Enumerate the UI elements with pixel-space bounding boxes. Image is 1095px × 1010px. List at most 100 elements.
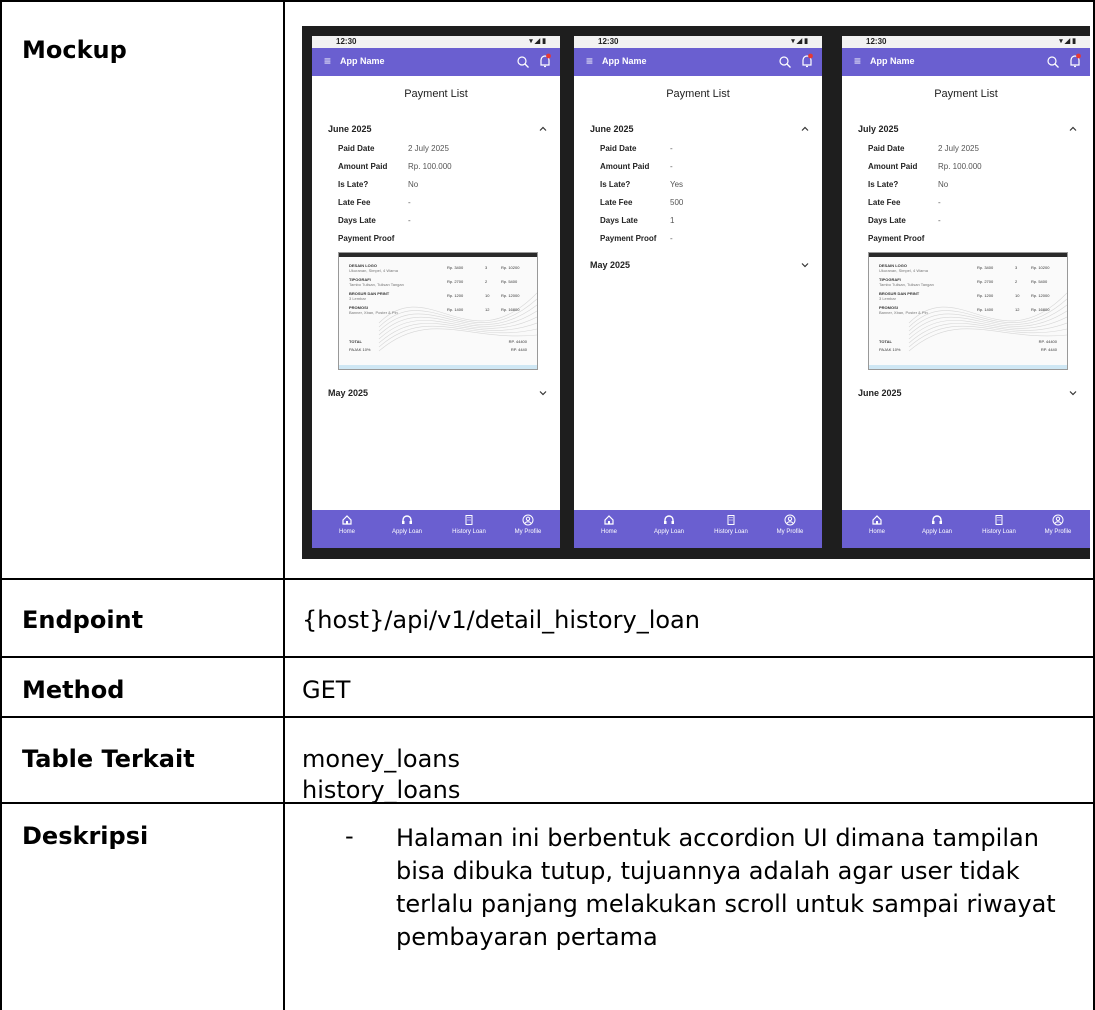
notification-bell-icon[interactable] — [800, 53, 814, 69]
page-title: Payment List — [666, 88, 730, 100]
proof-item-total: Rp. 5400 — [501, 279, 518, 284]
signal-battery-icon: ▾◢▮ — [529, 38, 548, 45]
proof-tax-label: PAJAK 10% — [349, 347, 371, 352]
detail-value: 2 July 2025 — [408, 144, 449, 153]
nav-item[interactable]: Home — [318, 514, 376, 535]
detail-value: - — [670, 234, 673, 243]
proof-item-qty: 3 — [1015, 265, 1018, 270]
proof-item-total: Rp. 12000 — [501, 293, 520, 298]
detail-label: Is Late? — [338, 180, 369, 189]
detail-value: Rp. 100.000 — [408, 162, 452, 171]
hamburger-menu-icon[interactable]: ≡ — [324, 55, 331, 67]
headset-icon — [401, 514, 413, 526]
proof-item: PROMOSI Banner, Xban, Poster & Pin — [879, 305, 928, 315]
payment-proof-image[interactable]: DESAIN LOGO Ukuranan, Simpel, 4 Warna Rp. … — [868, 252, 1068, 370]
chevron-up-icon — [538, 124, 548, 134]
nav-item[interactable]: My Profile — [762, 514, 818, 535]
bottom-navigation: Home Apply Loan History Loan My Profile — [842, 510, 1090, 548]
proof-item-qty: 2 — [1015, 279, 1018, 284]
proof-item: TIPOGRAFI Tambo Tulisan, Tulisan Tangan — [349, 277, 404, 287]
building-icon — [725, 514, 737, 526]
nav-item[interactable]: Home — [580, 514, 638, 535]
table-terkait-value-1: money_loans — [302, 745, 461, 773]
table-border-left — [0, 0, 2, 1010]
proof-item-price: Rp. 1200 — [447, 293, 464, 298]
detail-value: - — [938, 198, 941, 207]
detail-label: Paid Date — [338, 144, 375, 153]
signal-battery-icon: ▾◢▮ — [791, 38, 810, 45]
hamburger-menu-icon[interactable]: ≡ — [854, 55, 861, 67]
proof-item-total: Rp. 12000 — [1031, 293, 1050, 298]
detail-value: 500 — [670, 198, 684, 207]
proof-item-price: Rp. 1200 — [977, 293, 994, 298]
accordion-header-open[interactable]: July 2025 — [858, 124, 1078, 138]
headset-icon — [931, 514, 943, 526]
proof-item-total: Rp. 16800 — [501, 307, 520, 312]
home-icon — [341, 514, 353, 526]
row-label-endpoint: Endpoint — [22, 606, 144, 634]
chevron-up-icon — [800, 124, 810, 134]
nav-item[interactable]: My Profile — [500, 514, 556, 535]
detail-label: Payment Proof — [600, 234, 657, 243]
signal-battery-icon: ▾◢▮ — [1059, 38, 1078, 45]
payment-proof-image[interactable]: DESAIN LOGO Ukuranan, Simpel, 4 Warna Rp. … — [338, 252, 538, 370]
nav-item[interactable]: Apply Loan — [638, 514, 700, 535]
proof-item-price: Rp. 3400 — [977, 265, 994, 270]
hamburger-menu-icon[interactable]: ≡ — [586, 55, 593, 67]
proof-item-qty: 10 — [1015, 293, 1020, 298]
row-divider — [0, 802, 1095, 804]
nav-item[interactable]: History Loan — [438, 514, 500, 535]
page-title: Payment List — [404, 88, 468, 100]
nav-label: My Profile — [514, 529, 542, 535]
nav-item[interactable]: History Loan — [968, 514, 1030, 535]
detail-label: Paid Date — [868, 144, 905, 153]
nav-item[interactable]: Apply Loan — [906, 514, 968, 535]
nav-item[interactable]: My Profile — [1030, 514, 1086, 535]
search-icon[interactable] — [778, 55, 792, 69]
proof-item: DESAIN LOGO Ukuranan, Simpel, 4 Warna — [349, 263, 398, 273]
proof-item-qty: 12 — [1015, 307, 1020, 312]
nav-label: Apply Loan — [921, 529, 953, 535]
proof-item-qty: 12 — [485, 307, 490, 312]
table-border-top — [0, 0, 1095, 2]
notification-bell-icon[interactable] — [1068, 53, 1082, 69]
proof-total-value: RP. 44400 — [508, 339, 527, 344]
search-icon[interactable] — [1046, 55, 1060, 69]
accordion-month: June 2025 — [328, 124, 372, 134]
mockup-image: 12:30 ▾◢▮ ≡ App Name Payment List June 2025 Pa… — [302, 26, 1090, 559]
proof-item-total: Rp. 10200 — [501, 265, 520, 270]
nav-label: My Profile — [1044, 529, 1072, 535]
status-bar: 12:30 ▾◢▮ — [842, 36, 1090, 48]
row-divider — [0, 716, 1095, 718]
accordion-header-collapsed[interactable]: June 2025 — [858, 388, 1078, 402]
accordion-header-open[interactable]: June 2025 — [590, 124, 810, 138]
notification-bell-icon[interactable] — [538, 53, 552, 69]
nav-label: My Profile — [776, 529, 804, 535]
chevron-up-icon — [1068, 124, 1078, 134]
profile-icon — [522, 514, 534, 526]
proof-item: TIPOGRAFI Tambo Tulisan, Tulisan Tangan — [879, 277, 934, 287]
row-label-mockup: Mockup — [22, 36, 127, 64]
row-label-table-terkait: Table Terkait — [22, 745, 195, 773]
detail-value: 1 — [670, 216, 675, 225]
detail-label: Late Fee — [868, 198, 901, 207]
proof-tax-value: RP. 4440 — [1040, 347, 1057, 352]
search-icon[interactable] — [516, 55, 530, 69]
accordion-header-collapsed[interactable]: May 2025 — [590, 260, 810, 274]
nav-item[interactable]: Apply Loan — [376, 514, 438, 535]
nav-item[interactable]: Home — [848, 514, 906, 535]
payment-proof-label: Payment Proof — [868, 234, 925, 243]
chevron-down-icon — [1068, 388, 1078, 398]
accordion-month: May 2025 — [590, 260, 631, 270]
detail-value: - — [670, 162, 673, 171]
table-column-divider — [283, 0, 285, 1010]
nav-item[interactable]: History Loan — [700, 514, 762, 535]
detail-label: Days Late — [600, 216, 638, 225]
proof-bottom-band — [339, 365, 537, 369]
accordion-header-collapsed[interactable]: May 2025 — [328, 388, 548, 402]
app-name: App Name — [340, 56, 385, 66]
accordion-header-open[interactable]: June 2025 — [328, 124, 548, 138]
phone-screen: 12:30 ▾◢▮ ≡ App Name Payment List June 2025 Pa… — [312, 36, 560, 548]
detail-label: Paid Date — [600, 144, 637, 153]
proof-item-price: Rp. 2700 — [977, 279, 994, 284]
